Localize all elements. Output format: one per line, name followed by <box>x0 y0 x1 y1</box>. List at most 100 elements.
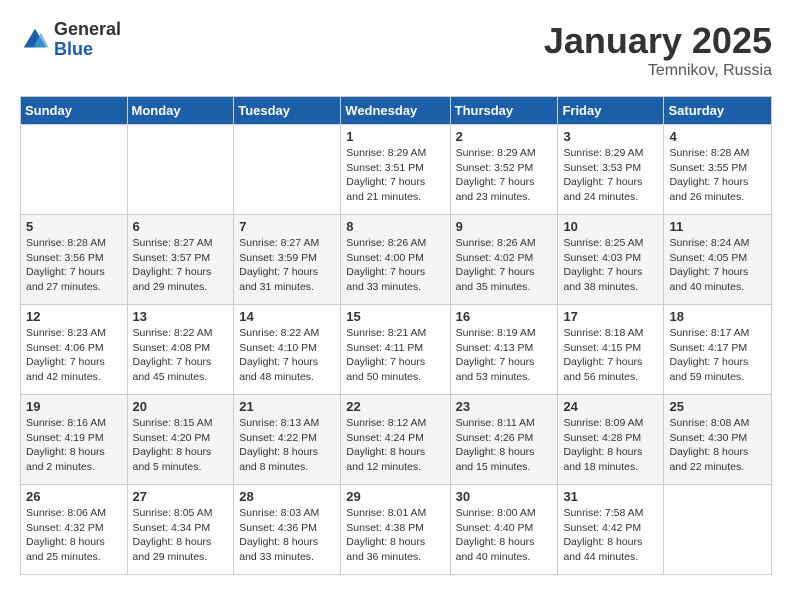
day-number: 12 <box>26 309 122 324</box>
weekday-header-monday: Monday <box>127 97 234 125</box>
day-info: Sunrise: 8:28 AM Sunset: 3:56 PM Dayligh… <box>26 236 122 295</box>
logo-icon <box>20 25 50 55</box>
day-number: 31 <box>563 489 658 504</box>
day-number: 23 <box>456 399 553 414</box>
day-cell-20: 20 Sunrise: 8:15 AM Sunset: 4:20 PM Dayli… <box>127 395 234 485</box>
day-info: Sunrise: 8:01 AM Sunset: 4:38 PM Dayligh… <box>346 506 444 565</box>
day-info: Sunrise: 8:00 AM Sunset: 4:40 PM Dayligh… <box>456 506 553 565</box>
day-info: Sunrise: 8:15 AM Sunset: 4:20 PM Dayligh… <box>133 416 229 475</box>
day-cell-10: 10Sunrise: 8:25 AM Sunset: 4:03 PM Dayli… <box>558 215 664 305</box>
day-cell-24: 24 Sunrise: 8:09 AM Sunset: 4:28 PM Dayli… <box>558 395 664 485</box>
week-row-2: 5 Sunrise: 8:28 AM Sunset: 3:56 PM Daylig… <box>21 215 772 305</box>
day-info: Sunrise: 8:05 AM Sunset: 4:34 PM Dayligh… <box>133 506 229 565</box>
weekday-header-row: SundayMondayTuesdayWednesdayThursdayFrid… <box>21 97 772 125</box>
day-number: 4 <box>669 129 766 144</box>
day-cell-13: 13Sunrise: 8:22 AM Sunset: 4:08 PM Dayli… <box>127 305 234 395</box>
day-info: Sunrise: 8:18 AM Sunset: 4:15 PM Dayligh… <box>563 326 658 385</box>
title-block: January 2025 Temnikov, Russia <box>544 20 772 80</box>
day-cell-6: 6 Sunrise: 8:27 AM Sunset: 3:57 PM Daylig… <box>127 215 234 305</box>
day-number: 16 <box>456 309 553 324</box>
day-cell-18: 18 Sunrise: 8:17 AM Sunset: 4:17 PM Dayli… <box>664 305 772 395</box>
empty-cell <box>664 485 772 575</box>
empty-cell <box>234 125 341 215</box>
logo-blue-text: Blue <box>54 40 121 60</box>
day-number: 18 <box>669 309 766 324</box>
day-cell-9: 9Sunrise: 8:26 AM Sunset: 4:02 PM Daylig… <box>450 215 558 305</box>
empty-cell <box>127 125 234 215</box>
day-info: Sunrise: 8:03 AM Sunset: 4:36 PM Dayligh… <box>239 506 335 565</box>
day-info: Sunrise: 8:17 AM Sunset: 4:17 PM Dayligh… <box>669 326 766 385</box>
day-number: 17 <box>563 309 658 324</box>
day-info: Sunrise: 8:24 AM Sunset: 4:05 PM Dayligh… <box>669 236 766 295</box>
logo-general-text: General <box>54 20 121 40</box>
day-cell-30: 30 Sunrise: 8:00 AM Sunset: 4:40 PM Dayli… <box>450 485 558 575</box>
weekday-header-wednesday: Wednesday <box>341 97 450 125</box>
day-info: Sunrise: 8:27 AM Sunset: 3:57 PM Dayligh… <box>133 236 229 295</box>
day-cell-12: 12 Sunrise: 8:23 AM Sunset: 4:06 PM Dayli… <box>21 305 128 395</box>
day-number: 21 <box>239 399 335 414</box>
day-info: Sunrise: 8:09 AM Sunset: 4:28 PM Dayligh… <box>563 416 658 475</box>
day-cell-14: 14 Sunrise: 8:22 AM Sunset: 4:10 PM Dayli… <box>234 305 341 395</box>
day-number: 1 <box>346 129 444 144</box>
day-number: 15 <box>346 309 444 324</box>
day-cell-1: 1 Sunrise: 8:29 AM Sunset: 3:51 PM Daylig… <box>341 125 450 215</box>
weekday-header-thursday: Thursday <box>450 97 558 125</box>
week-row-1: 1 Sunrise: 8:29 AM Sunset: 3:51 PM Daylig… <box>21 125 772 215</box>
day-info: Sunrise: 8:22 AM Sunset: 4:10 PM Dayligh… <box>239 326 335 385</box>
calendar-body: 1 Sunrise: 8:29 AM Sunset: 3:51 PM Daylig… <box>21 125 772 575</box>
day-number: 28 <box>239 489 335 504</box>
day-number: 3 <box>563 129 658 144</box>
day-cell-19: 19Sunrise: 8:16 AM Sunset: 4:19 PM Dayli… <box>21 395 128 485</box>
day-info: Sunrise: 8:29 AM Sunset: 3:52 PM Dayligh… <box>456 146 553 205</box>
week-row-4: 19Sunrise: 8:16 AM Sunset: 4:19 PM Dayli… <box>21 395 772 485</box>
day-number: 5 <box>26 219 122 234</box>
weekday-header-sunday: Sunday <box>21 97 128 125</box>
day-cell-31: 31 Sunrise: 7:58 AM Sunset: 4:42 PM Dayli… <box>558 485 664 575</box>
day-info: Sunrise: 8:23 AM Sunset: 4:06 PM Dayligh… <box>26 326 122 385</box>
day-info: Sunrise: 8:29 AM Sunset: 3:53 PM Dayligh… <box>563 146 658 205</box>
day-cell-29: 29 Sunrise: 8:01 AM Sunset: 4:38 PM Dayli… <box>341 485 450 575</box>
day-cell-26: 26Sunrise: 8:06 AM Sunset: 4:32 PM Dayli… <box>21 485 128 575</box>
day-cell-3: 3 Sunrise: 8:29 AM Sunset: 3:53 PM Daylig… <box>558 125 664 215</box>
day-number: 2 <box>456 129 553 144</box>
day-cell-27: 27Sunrise: 8:05 AM Sunset: 4:34 PM Dayli… <box>127 485 234 575</box>
day-info: Sunrise: 8:16 AM Sunset: 4:19 PM Dayligh… <box>26 416 122 475</box>
day-info: Sunrise: 8:11 AM Sunset: 4:26 PM Dayligh… <box>456 416 553 475</box>
day-cell-15: 15 Sunrise: 8:21 AM Sunset: 4:11 PM Dayli… <box>341 305 450 395</box>
day-info: Sunrise: 8:25 AM Sunset: 4:03 PM Dayligh… <box>563 236 658 295</box>
day-number: 30 <box>456 489 553 504</box>
day-cell-11: 11Sunrise: 8:24 AM Sunset: 4:05 PM Dayli… <box>664 215 772 305</box>
weekday-header-friday: Friday <box>558 97 664 125</box>
logo: General Blue <box>20 20 121 60</box>
weekday-header-tuesday: Tuesday <box>234 97 341 125</box>
day-info: Sunrise: 8:29 AM Sunset: 3:51 PM Dayligh… <box>346 146 444 205</box>
day-number: 8 <box>346 219 444 234</box>
day-info: Sunrise: 8:19 AM Sunset: 4:13 PM Dayligh… <box>456 326 553 385</box>
day-cell-2: 2 Sunrise: 8:29 AM Sunset: 3:52 PM Daylig… <box>450 125 558 215</box>
day-cell-4: 4Sunrise: 8:28 AM Sunset: 3:55 PM Daylig… <box>664 125 772 215</box>
day-info: Sunrise: 8:27 AM Sunset: 3:59 PM Dayligh… <box>239 236 335 295</box>
day-number: 13 <box>133 309 229 324</box>
day-cell-25: 25Sunrise: 8:08 AM Sunset: 4:30 PM Dayli… <box>664 395 772 485</box>
day-number: 29 <box>346 489 444 504</box>
day-cell-23: 23 Sunrise: 8:11 AM Sunset: 4:26 PM Dayli… <box>450 395 558 485</box>
day-number: 7 <box>239 219 335 234</box>
day-info: Sunrise: 8:12 AM Sunset: 4:24 PM Dayligh… <box>346 416 444 475</box>
day-number: 6 <box>133 219 229 234</box>
day-number: 20 <box>133 399 229 414</box>
day-cell-5: 5 Sunrise: 8:28 AM Sunset: 3:56 PM Daylig… <box>21 215 128 305</box>
day-info: Sunrise: 8:21 AM Sunset: 4:11 PM Dayligh… <box>346 326 444 385</box>
location: Temnikov, Russia <box>544 62 772 80</box>
day-number: 22 <box>346 399 444 414</box>
day-cell-28: 28 Sunrise: 8:03 AM Sunset: 4:36 PM Dayli… <box>234 485 341 575</box>
day-info: Sunrise: 7:58 AM Sunset: 4:42 PM Dayligh… <box>563 506 658 565</box>
logo-text: General Blue <box>54 20 121 60</box>
day-number: 24 <box>563 399 658 414</box>
day-info: Sunrise: 8:08 AM Sunset: 4:30 PM Dayligh… <box>669 416 766 475</box>
week-row-3: 12 Sunrise: 8:23 AM Sunset: 4:06 PM Dayli… <box>21 305 772 395</box>
day-cell-22: 22 Sunrise: 8:12 AM Sunset: 4:24 PM Dayli… <box>341 395 450 485</box>
day-number: 14 <box>239 309 335 324</box>
week-row-5: 26Sunrise: 8:06 AM Sunset: 4:32 PM Dayli… <box>21 485 772 575</box>
day-cell-7: 7 Sunrise: 8:27 AM Sunset: 3:59 PM Daylig… <box>234 215 341 305</box>
day-cell-8: 8Sunrise: 8:26 AM Sunset: 4:00 PM Daylig… <box>341 215 450 305</box>
